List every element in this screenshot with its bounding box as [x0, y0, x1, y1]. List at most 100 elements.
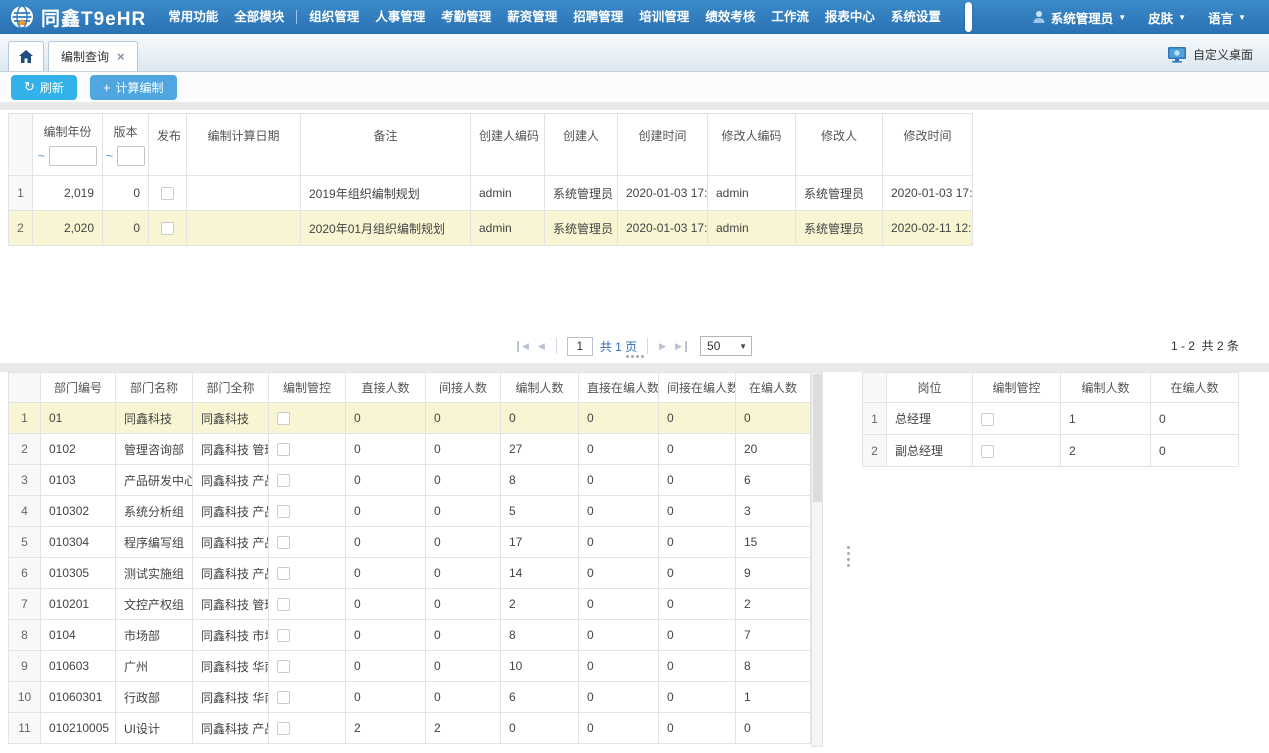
nav-item-hr[interactable]: 人事管理 — [367, 0, 433, 34]
col-header-planned[interactable]: 编制人数 — [1061, 373, 1151, 403]
first-page-icon[interactable]: ◀ — [517, 341, 530, 352]
post-table-row[interactable]: 1 总经理 1 0 — [863, 403, 1239, 435]
nav-item-salary[interactable]: 薪资管理 — [499, 0, 565, 34]
col-header-modifier-code[interactable]: 修改人编码 — [708, 114, 796, 176]
col-header-create-time[interactable]: 创建时间 — [618, 114, 708, 176]
close-icon[interactable]: × — [117, 49, 125, 64]
page-number-input[interactable] — [567, 337, 593, 356]
nav-item-settings[interactable]: 系统设置 — [883, 0, 949, 34]
plan-table-row[interactable]: 2 2,020 0 2020年01月组织编制规划 admin 系统管理员 202… — [9, 211, 973, 246]
publish-checkbox[interactable] — [161, 187, 174, 200]
col-header-dept-fullname[interactable]: 部门全称 — [193, 373, 269, 403]
refresh-button[interactable]: ↻ 刷新 — [11, 75, 77, 100]
control-checkbox[interactable] — [277, 474, 290, 487]
vertical-scrollbar[interactable] — [811, 372, 823, 747]
nav-item-recruit[interactable]: 招聘管理 — [565, 0, 631, 34]
custom-desktop-button[interactable]: 自定义桌面 — [1168, 46, 1269, 71]
nav-item-performance[interactable]: 绩效考核 — [697, 0, 763, 34]
cell-direct: 0 — [346, 496, 426, 527]
menu-scroll-handle[interactable] — [965, 2, 972, 32]
col-header-year[interactable]: 编制年份 ~ — [33, 114, 103, 176]
col-header-modifier[interactable]: 修改人 — [796, 114, 883, 176]
cell-creator-code: admin — [471, 176, 545, 211]
plus-icon: + — [103, 80, 111, 95]
page-size-select[interactable]: 50 ▼ — [700, 336, 752, 356]
dept-table-row[interactable]: 6 010305 测试实施组 同鑫科技 产品研发中心 0 0 14 0 0 9 — [9, 558, 811, 589]
control-checkbox[interactable] — [981, 413, 994, 426]
dept-table-row[interactable]: 9 010603 广州 同鑫科技 华南基地 0 0 10 0 0 8 — [9, 651, 811, 682]
col-header-direct-onboard[interactable]: 直接在编人数 — [579, 373, 659, 403]
dept-table-row[interactable]: 2 0102 管理咨询部 同鑫科技 管理咨询部 0 0 27 0 0 20 — [9, 434, 811, 465]
prev-page-icon[interactable]: ◀ — [537, 341, 546, 352]
plan-table-row[interactable]: 1 2,019 0 2019年组织编制规划 admin 系统管理员 2020-0… — [9, 176, 973, 211]
col-header-onboard[interactable]: 在编人数 — [1151, 373, 1239, 403]
row-number: 8 — [9, 620, 41, 651]
col-header-dept-code[interactable]: 部门编号 — [41, 373, 116, 403]
dept-table-row[interactable]: 4 010302 系统分析组 同鑫科技 产品研发中心 0 0 5 0 0 3 — [9, 496, 811, 527]
col-header-post[interactable]: 岗位 — [887, 373, 973, 403]
version-filter-input[interactable] — [117, 146, 145, 166]
col-header-modify-time[interactable]: 修改时间 — [883, 114, 973, 176]
control-checkbox[interactable] — [277, 443, 290, 456]
language-menu[interactable]: 语言 ▼ — [1199, 8, 1255, 27]
cell-post: 副总经理 — [887, 435, 973, 467]
user-menu[interactable]: 系统管理员 ▼ — [1023, 8, 1135, 27]
col-header-creator[interactable]: 创建人 — [545, 114, 618, 176]
dept-table-row[interactable]: 3 0103 产品研发中心 同鑫科技 产品研发中心 0 0 8 0 0 6 — [9, 465, 811, 496]
control-checkbox[interactable] — [277, 691, 290, 704]
row-number: 2 — [9, 211, 33, 246]
control-checkbox[interactable] — [277, 536, 290, 549]
tab-bianzhi-query[interactable]: 编制查询 × — [48, 41, 138, 71]
skin-menu[interactable]: 皮肤 ▼ — [1139, 8, 1195, 27]
col-header-onboard[interactable]: 在编人数 — [736, 373, 811, 403]
nav-item-all-modules[interactable]: 全部模块 — [226, 0, 292, 34]
dept-table-row[interactable]: 11 010210005 UI设计 同鑫科技 产品研发中心 2 2 0 0 0 … — [9, 713, 811, 744]
nav-item-training[interactable]: 培训管理 — [631, 0, 697, 34]
cell-onboard: 7 — [736, 620, 811, 651]
nav-item-common[interactable]: 常用功能 — [160, 0, 226, 34]
dept-table-row[interactable]: 7 010201 文控产权组 同鑫科技 管理咨询部 0 0 2 0 0 2 — [9, 589, 811, 620]
col-header-creator-code[interactable]: 创建人编码 — [471, 114, 545, 176]
col-header-year-label: 编制年份 — [41, 123, 94, 140]
post-table-row[interactable]: 2 副总经理 2 0 — [863, 435, 1239, 467]
scrollbar-thumb[interactable] — [813, 374, 822, 502]
control-checkbox[interactable] — [277, 629, 290, 642]
year-filter-input[interactable] — [49, 146, 97, 166]
nav-item-reports[interactable]: 报表中心 — [817, 0, 883, 34]
control-checkbox[interactable] — [277, 598, 290, 611]
control-checkbox[interactable] — [277, 722, 290, 735]
nav-item-org[interactable]: 组织管理 — [301, 0, 367, 34]
col-header-indirect-onboard[interactable]: 间接在编人数 — [659, 373, 736, 403]
control-checkbox[interactable] — [277, 567, 290, 580]
next-page-icon[interactable]: ▶ — [658, 341, 667, 352]
nav-item-attendance[interactable]: 考勤管理 — [433, 0, 499, 34]
dept-table-row[interactable]: 8 0104 市场部 同鑫科技 市场部 0 0 8 0 0 7 — [9, 620, 811, 651]
dept-table-row[interactable]: 1 01 同鑫科技 同鑫科技 0 0 0 0 0 0 — [9, 403, 811, 434]
publish-checkbox[interactable] — [161, 222, 174, 235]
nav-item-workflow[interactable]: 工作流 — [763, 0, 817, 34]
control-checkbox[interactable] — [981, 445, 994, 458]
col-header-direct[interactable]: 直接人数 — [346, 373, 426, 403]
col-header-publish[interactable]: 发布 — [149, 114, 187, 176]
panel-resize-handle[interactable] — [626, 355, 644, 358]
splitter-handle[interactable] — [847, 546, 850, 567]
control-checkbox[interactable] — [277, 505, 290, 518]
last-page-icon[interactable]: ▶ — [674, 341, 687, 352]
cell-onboard: 20 — [736, 434, 811, 465]
control-checkbox[interactable] — [277, 660, 290, 673]
col-header-planned[interactable]: 编制人数 — [501, 373, 579, 403]
col-header-control[interactable]: 编制管控 — [973, 373, 1061, 403]
col-header-dept-name[interactable]: 部门名称 — [116, 373, 193, 403]
col-header-control[interactable]: 编制管控 — [269, 373, 346, 403]
cell-dept-name: 产品研发中心 — [116, 465, 193, 496]
dept-table-row[interactable]: 5 010304 程序编写组 同鑫科技 产品研发中心 0 0 17 0 0 15 — [9, 527, 811, 558]
col-header-version[interactable]: 版本 ~ — [103, 114, 149, 176]
col-header-indirect[interactable]: 间接人数 — [426, 373, 501, 403]
dept-table-row[interactable]: 10 01060301 行政部 同鑫科技 华南基地 0 0 6 0 0 1 — [9, 682, 811, 713]
skin-label: 皮肤 — [1148, 8, 1173, 27]
control-checkbox[interactable] — [277, 412, 290, 425]
calc-bianzhi-button[interactable]: + 计算编制 — [90, 75, 177, 100]
home-tab[interactable] — [8, 41, 44, 71]
col-header-calc-date[interactable]: 编制计算日期 — [187, 114, 301, 176]
col-header-remark[interactable]: 备注 — [301, 114, 471, 176]
